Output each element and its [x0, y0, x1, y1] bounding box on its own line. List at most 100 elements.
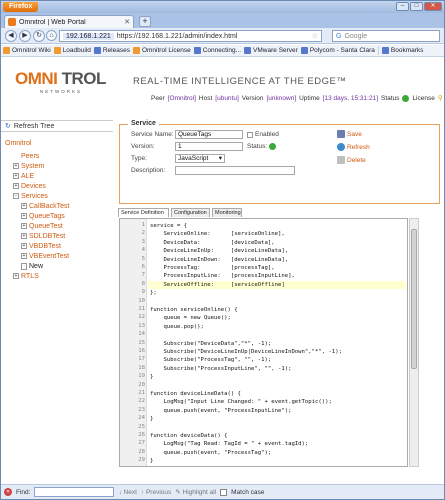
code-line[interactable]: DeviceLineInUp: [deviceLineData], — [150, 247, 288, 255]
scrollbar-thumb[interactable] — [411, 229, 417, 369]
code-editor[interactable]: 1 2 3 4 5 6 7 8 9 10 11 12 13 14 15 16 17 18 19 20 21 22 23 24 2… — [119, 218, 408, 467]
collapse-icon[interactable]: − — [13, 193, 19, 199]
key-icon[interactable]: ⚲ — [438, 94, 443, 102]
browser-tab[interactable]: Omnitrol | Web Portal ✕ — [4, 15, 134, 28]
chevron-down-icon[interactable]: ▾ — [219, 155, 222, 162]
type-select[interactable]: JavaScript ▾ — [175, 154, 225, 163]
close-find-icon[interactable]: ✕ — [4, 488, 12, 496]
editor-scrollbar[interactable] — [409, 218, 419, 467]
code-line[interactable]: } — [150, 415, 153, 423]
enabled-checkbox-box[interactable] — [247, 131, 253, 138]
version-field[interactable]: 1 — [175, 142, 243, 151]
close-icon[interactable]: ✕ — [424, 2, 442, 11]
back-icon[interactable]: ◀ — [5, 30, 17, 42]
tree-node-system[interactable]: + System — [5, 161, 113, 171]
code-line[interactable]: queue.pop(); — [150, 323, 203, 331]
tree-node-vbeventtest[interactable]: + VBEventTest — [5, 251, 113, 261]
code-line[interactable]: } — [150, 457, 153, 465]
new-tab-button[interactable]: + — [139, 16, 151, 27]
code-line[interactable]: ProcessTag: [processTag], — [150, 264, 274, 272]
search-placeholder[interactable]: Google — [344, 33, 367, 40]
tree-node-devices[interactable]: + Devices — [5, 181, 113, 191]
maximize-icon[interactable]: □ — [410, 2, 423, 11]
refresh-tree-button[interactable]: ↻ Refresh Tree — [1, 120, 113, 132]
code-line[interactable]: queue.push(event, "ProcessInputLine"); — [150, 407, 291, 415]
url-text[interactable]: https://192.168.1.221/admin/index.html — [117, 33, 309, 40]
code-line[interactable]: LogMsg("Input Line Changed: " + event.ge… — [150, 398, 331, 406]
code-line[interactable]: }; — [150, 289, 157, 297]
tree-node-omnitrol[interactable]: Omnitrol — [5, 138, 113, 148]
code-line[interactable]: queue.push(event, "ProcessTag"); — [150, 449, 271, 457]
tree-node-ale[interactable]: + ALE — [5, 171, 113, 181]
tab-service-definition[interactable]: Service Definition — [118, 208, 169, 217]
code-line[interactable]: function serviceOnline() { — [150, 306, 238, 314]
url-bar[interactable]: 192.168.1.221 https://192.168.1.221/admi… — [59, 30, 322, 42]
code-line[interactable]: Subscribe("ProcessInputLine", "", -1); — [150, 365, 291, 373]
code-line[interactable]: ProcessInputLine: [processInputLine], — [150, 272, 294, 280]
tab-configuration[interactable]: Configuration — [171, 208, 210, 217]
expand-icon[interactable]: + — [21, 213, 27, 219]
tree-node-services[interactable]: − Services — [5, 191, 113, 201]
save-button[interactable]: Save — [337, 130, 362, 138]
code-line[interactable]: LogMsg("Tag Read: TagId = " + event.tagI… — [150, 440, 308, 448]
bookmarks-menu[interactable]: Bookmarks — [381, 47, 423, 54]
tree-node-sdldbtest[interactable]: + SDLDBTest — [5, 231, 113, 241]
bookmark-item[interactable]: Polycom - Santa Clara — [300, 47, 375, 54]
expand-icon[interactable]: + — [21, 253, 27, 259]
code-line[interactable]: DeviceData: [deviceData], — [150, 239, 274, 247]
minimize-icon[interactable]: – — [396, 2, 409, 11]
expand-icon[interactable]: + — [13, 173, 19, 179]
match-case-checkbox[interactable] — [220, 488, 228, 496]
delete-button[interactable]: Delete — [337, 156, 366, 164]
firefox-menu-button[interactable]: Firefox — [3, 2, 39, 12]
expand-icon[interactable]: + — [21, 203, 27, 209]
code-line[interactable]: service = { — [150, 222, 187, 230]
bookmark-item[interactable]: Omnitrol Wiki — [3, 47, 51, 54]
description-field[interactable] — [175, 166, 295, 175]
tree-node-callbacktest[interactable]: + CallBackTest — [5, 201, 113, 211]
find-previous-button[interactable]: ↑ Previous — [141, 489, 171, 496]
tree-node-new[interactable]: New — [5, 261, 113, 271]
code-line[interactable]: function deviceData() { — [150, 432, 227, 440]
tree-node-rtls[interactable]: + RTLS — [5, 271, 113, 281]
bookmark-item[interactable]: Loadbuild — [53, 47, 91, 54]
site-identity[interactable]: 192.168.1.221 — [63, 32, 114, 40]
expand-icon[interactable]: + — [21, 243, 27, 249]
tree-node-peers[interactable]: Peers — [5, 151, 113, 161]
reload-icon[interactable]: ↻ — [33, 30, 45, 42]
code-line[interactable]: Subscribe("ProcessTag", "", -1); — [150, 356, 271, 364]
enabled-checkbox[interactable]: Enabled — [247, 131, 279, 138]
service-name-field[interactable]: QueueTags — [175, 130, 243, 139]
expand-icon[interactable]: + — [21, 233, 27, 239]
refresh-button[interactable]: Refresh — [337, 143, 370, 151]
code-line[interactable]: ServiceOnline: [serviceOnline], — [150, 230, 284, 238]
tab-monitoring[interactable]: Monitoring — [212, 208, 242, 217]
code-line[interactable]: DeviceLineInDown: [deviceLineData], — [150, 256, 288, 264]
bookmark-item[interactable]: Connecting... — [193, 47, 241, 54]
search-engine-icon[interactable]: G — [336, 33, 341, 40]
home-icon[interactable]: ⌂ — [46, 30, 57, 41]
search-box[interactable]: G Google — [332, 30, 440, 42]
expand-icon[interactable]: + — [21, 223, 27, 229]
code-line[interactable]: Subscribe("DeviceData","*", -1); — [150, 340, 271, 348]
bookmark-item[interactable]: VMware Server — [244, 47, 298, 54]
expand-icon[interactable]: + — [13, 183, 19, 189]
highlight-all-button[interactable]: ✎ Highlight all — [175, 488, 216, 496]
code-line[interactable]: } — [150, 373, 153, 381]
tree-node-queuetags[interactable]: + QueueTags — [5, 211, 113, 221]
tab-close-icon[interactable]: ✕ — [124, 18, 130, 26]
code-line[interactable]: function deviceLineData() { — [150, 390, 241, 398]
code-line[interactable]: Subscribe("DeviceLineInUp|DeviceLineInDo… — [150, 348, 342, 356]
tree-node-vbdbtest[interactable]: + VBDBTest — [5, 241, 113, 251]
bookmark-star-icon[interactable]: ☆ — [312, 32, 318, 40]
code-line[interactable]: ServiceOffline: [serviceOffline] — [148, 280, 406, 289]
tree-node-queuetest[interactable]: + QueueTest — [5, 221, 113, 231]
bookmark-item[interactable]: Releases — [93, 47, 130, 54]
forward-icon[interactable]: ▶ — [19, 30, 31, 42]
expand-icon[interactable]: + — [13, 163, 19, 169]
expand-icon[interactable]: + — [13, 273, 19, 279]
find-input[interactable] — [34, 487, 115, 497]
code-line[interactable]: queue = new Queue(); — [150, 314, 230, 322]
find-next-button[interactable]: ↓ Next — [118, 489, 136, 496]
bookmark-item[interactable]: Omnitrol License — [132, 47, 191, 54]
